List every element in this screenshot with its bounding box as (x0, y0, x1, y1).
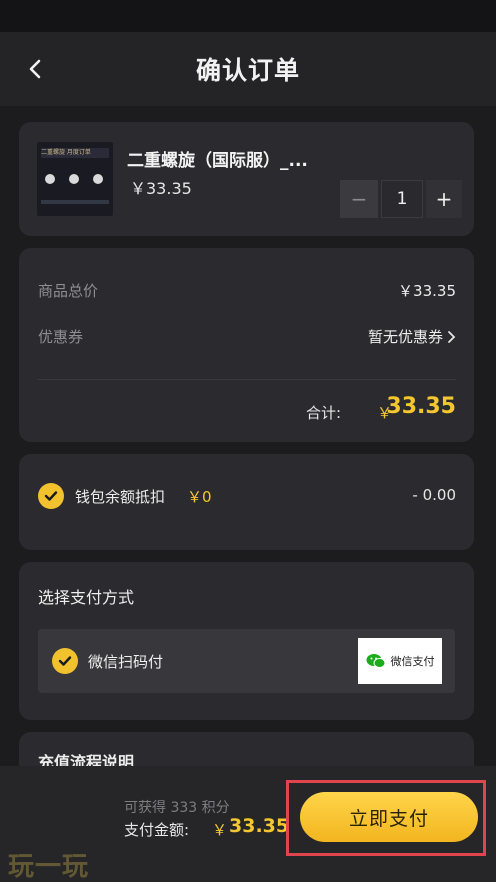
wallet-checkbox[interactable] (38, 483, 64, 509)
product-price: ￥33.35 (130, 179, 192, 198)
pay-amount: 33.35 (229, 815, 290, 837)
price-summary-card: 商品总价 ￥33.35 优惠券 暂无优惠券 合计: ￥ 33.35 (19, 248, 474, 442)
header-bar: 确认订单 (0, 32, 496, 106)
decrement-button[interactable]: − (340, 180, 378, 218)
product-card: 二重螺旋 月度订单 二重螺旋（国际服）_... ￥33.35 − 1 + (19, 122, 474, 236)
subtotal-label: 商品总价 (38, 282, 99, 300)
watermark-logo: 玩一玩 (8, 852, 90, 882)
wallet-label: 钱包余额抵扣 (75, 488, 166, 506)
back-button[interactable] (20, 54, 50, 84)
coupon-value: 暂无优惠券 (367, 328, 443, 346)
payment-option-wechat[interactable]: 微信扫码付 微信支付 (38, 629, 455, 693)
divider (38, 379, 456, 380)
total-label: 合计: (306, 404, 342, 422)
product-name: 二重螺旋（国际服）_... (127, 151, 308, 171)
pay-amount-label: 支付金额: (124, 821, 190, 839)
chevron-right-icon (448, 330, 456, 343)
payment-method-card: 选择支付方式 微信扫码付 微信支付 (19, 562, 474, 720)
wechat-pay-text: 微信支付 (390, 655, 435, 668)
coupon-selector[interactable]: 暂无优惠券 (368, 326, 456, 347)
chevron-left-icon (29, 59, 41, 79)
payment-option-label: 微信扫码付 (88, 653, 164, 671)
wechat-pay-logo: 微信支付 (358, 638, 442, 684)
order-content[interactable]: 二重螺旋 月度订单 二重螺旋（国际服）_... ￥33.35 − 1 + 商品总… (0, 106, 496, 792)
total-amount: 33.35 (386, 394, 456, 419)
subtotal-value: ￥33.35 (398, 282, 456, 300)
payment-option-checkbox[interactable] (52, 648, 78, 674)
points-earned: 可获得 333 积分 (124, 800, 230, 816)
wallet-balance: ￥0 (187, 488, 212, 506)
product-thumbnail[interactable]: 二重螺旋 月度订单 (37, 142, 113, 216)
pay-currency: ￥ (212, 821, 228, 839)
quantity-value[interactable]: 1 (381, 180, 423, 218)
pay-now-button[interactable]: 立即支付 (300, 792, 478, 842)
wallet-card[interactable]: 钱包余额抵扣 ￥0 - 0.00 (19, 454, 474, 550)
checkmark-icon (44, 491, 58, 501)
wechat-icon (366, 654, 385, 668)
quantity-stepper: − 1 + (340, 180, 462, 218)
coupon-label: 优惠券 (38, 328, 84, 346)
status-strip (0, 0, 496, 32)
checkout-footer: 可获得 333 积分 支付金额: ￥ 33.35 立即支付 玩一玩 (0, 766, 496, 882)
checkmark-icon (58, 656, 72, 666)
wallet-deduction: - 0.00 (412, 486, 456, 504)
payment-method-title: 选择支付方式 (38, 588, 135, 607)
page-title: 确认订单 (195, 56, 300, 85)
increment-button[interactable]: + (426, 180, 462, 218)
